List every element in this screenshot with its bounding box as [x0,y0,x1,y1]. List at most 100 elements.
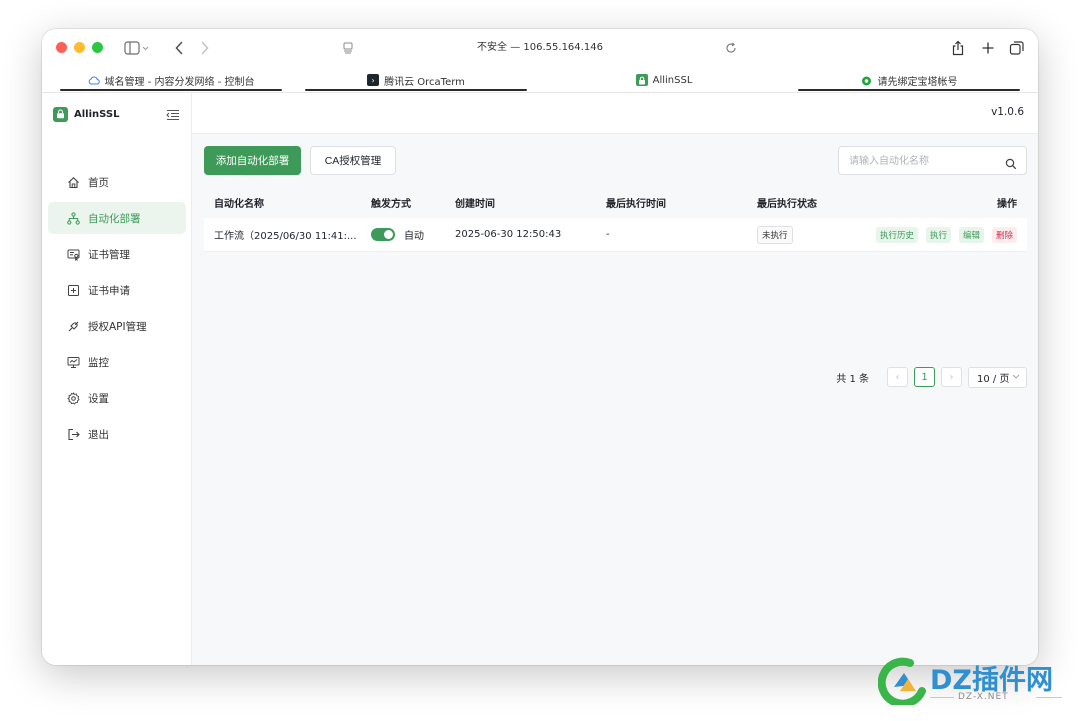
watermark: DZ插件网 DZ-X.NET [878,655,1068,707]
zoom-window-button[interactable] [92,42,103,53]
terminal-icon: › [367,74,380,86]
certificate-icon [66,247,80,261]
bt-logo-icon [861,74,873,86]
sidebar-item-api[interactable]: 授权API管理 [48,310,186,342]
api-key-icon [66,319,80,333]
total-count: 共 1 条 [836,373,869,385]
search-box [838,146,1027,175]
watermark-rule [930,697,954,698]
plus-square-icon [66,283,80,297]
browser-tab-orcaterm[interactable]: › 腾讯云 OrcaTerm [305,67,527,93]
app-header: v1.0.6 [192,93,1038,134]
column-header: 最后执行时间 [606,198,666,210]
edit-button[interactable]: 编辑 [958,226,984,243]
history-button[interactable]: 执行历史 [875,226,918,243]
browser-tab-label: 域名管理 - 内容分发网络 - 控制台 [104,76,255,88]
column-header: 自动化名称 [214,198,264,210]
sidebar-item-label: 证书管理 [88,248,130,261]
lock-icon [635,74,648,86]
page-size-select[interactable]: 10 / 页 [968,366,1027,388]
new-tab-icon[interactable] [978,37,998,59]
column-header: 最后执行状态 [757,198,817,210]
dz-logo-icon [878,657,926,705]
prev-page-button[interactable]: ‹ [887,367,908,387]
sidebar-item-label: 自动化部署 [88,212,141,225]
sidebar-toggle-icon[interactable] [120,37,154,59]
pagination: 共 1 条 ‹ 1 › 10 / 页 [204,366,1027,388]
watermark-rule [1036,697,1062,698]
brand: AllinSSL [53,105,119,123]
browser-window: 不安全 — 106.55.164.146 域名管理 - 内容分发网络 - 控制台… [42,29,1038,665]
page-number-button[interactable]: 1 [914,367,935,387]
share-icon[interactable] [948,37,968,59]
next-page-button[interactable]: › [941,367,962,387]
search-icon[interactable] [1005,155,1017,170]
brand-name: AllinSSL [74,108,120,120]
sidebar-item-label: 设置 [88,392,109,405]
sidebar-item-home[interactable]: 首页 [48,166,186,198]
page-size-value: 10 / 页 [977,373,1010,385]
column-header: 操作 [997,198,1017,210]
delete-button[interactable]: 删除 [991,226,1017,243]
sidebar-item-label: 首页 [88,176,109,189]
browser-tab-label: 请先绑定宝塔帐号 [877,76,958,88]
sidebar: AllinSSL 首页 自动化部署 证书管理 证书申请 授权API管理 监控 设… [42,93,192,665]
execute-button[interactable]: 执行 [925,226,951,243]
forward-icon[interactable] [196,37,214,59]
version-label: v1.0.6 [991,106,1024,118]
home-icon [66,175,80,189]
browser-tab-bar: 域名管理 - 内容分发网络 - 控制台 › 腾讯云 OrcaTerm Allin… [42,67,1038,93]
table-header: 自动化名称 触发方式 创建时间 最后执行时间 最后执行状态 操作 [204,186,1027,218]
logout-icon [66,427,80,441]
page-settings-icon[interactable] [340,37,356,59]
minimize-window-button[interactable] [74,42,85,53]
browser-toolbar: 不安全 — 106.55.164.146 [42,29,1038,67]
sidebar-item-label: 证书申请 [88,284,130,297]
automation-table: 自动化名称 触发方式 创建时间 最后执行时间 最后执行状态 操作 工作流（202… [204,186,1027,252]
watermark-subtitle: DZ-X.NET [958,692,1009,702]
search-input[interactable] [849,153,999,169]
browser-tab-cdn[interactable]: 域名管理 - 内容分发网络 - 控制台 [60,67,282,93]
add-automation-button[interactable]: 添加自动化部署 [204,146,301,175]
tab-underline [798,89,1020,91]
sidebar-item-automation[interactable]: 自动化部署 [48,202,186,234]
browser-tab-allinssl[interactable]: AllinSSL [553,67,775,93]
ca-management-button[interactable]: CA授权管理 [310,146,396,175]
trigger-label: 自动 [404,231,424,242]
address-bar[interactable]: 不安全 — 106.55.164.146 [372,39,708,57]
sidebar-item-apply[interactable]: 证书申请 [48,274,186,306]
sidebar-item-monitor[interactable]: 监控 [48,346,186,378]
sidebar-item-certificates[interactable]: 证书管理 [48,238,186,270]
last-run-time: - [606,229,610,240]
close-window-button[interactable] [56,42,67,53]
sidebar-menu: 首页 自动化部署 证书管理 证书申请 授权API管理 监控 设置 退出 [48,166,186,454]
sidebar-item-settings[interactable]: 设置 [48,382,186,414]
lock-icon [53,106,68,122]
tab-underline [305,89,527,91]
status-cell: 未执行 [757,225,853,244]
sidebar-item-label: 退出 [88,428,109,441]
sidebar-item-logout[interactable]: 退出 [48,418,186,450]
actions-cell: 执行历史 执行 编辑 删除 [853,226,1027,243]
table-row: 工作流（2025/06/30 11:41:... 自动 2025-06-30 1… [204,218,1027,252]
browser-tab-label: 腾讯云 OrcaTerm [384,76,465,88]
reload-icon[interactable] [722,37,740,59]
status-badge: 未执行 [757,225,793,244]
browser-tab-bt[interactable]: 请先绑定宝塔帐号 [798,67,1020,93]
monitor-icon [66,355,80,369]
cloud-icon [88,74,100,86]
chevron-down-icon [1012,372,1020,382]
trigger-cell: 自动 [371,227,455,242]
menu-collapse-icon[interactable] [166,107,180,121]
tab-underline [60,89,282,91]
trigger-toggle[interactable] [371,228,395,241]
sidebar-item-label: 授权API管理 [88,320,147,333]
created-time: 2025-06-30 12:50:43 [455,229,562,240]
main-content: 添加自动化部署 CA授权管理 自动化名称 触发方式 创建时间 最后执行时间 最后… [192,134,1038,665]
column-header: 创建时间 [455,198,495,210]
gear-icon [66,391,80,405]
browser-tab-label: AllinSSL [652,74,693,86]
tab-overview-icon[interactable] [1006,37,1028,59]
automation-name: 工作流（2025/06/30 11:41:... [214,231,357,242]
back-icon[interactable] [170,37,188,59]
